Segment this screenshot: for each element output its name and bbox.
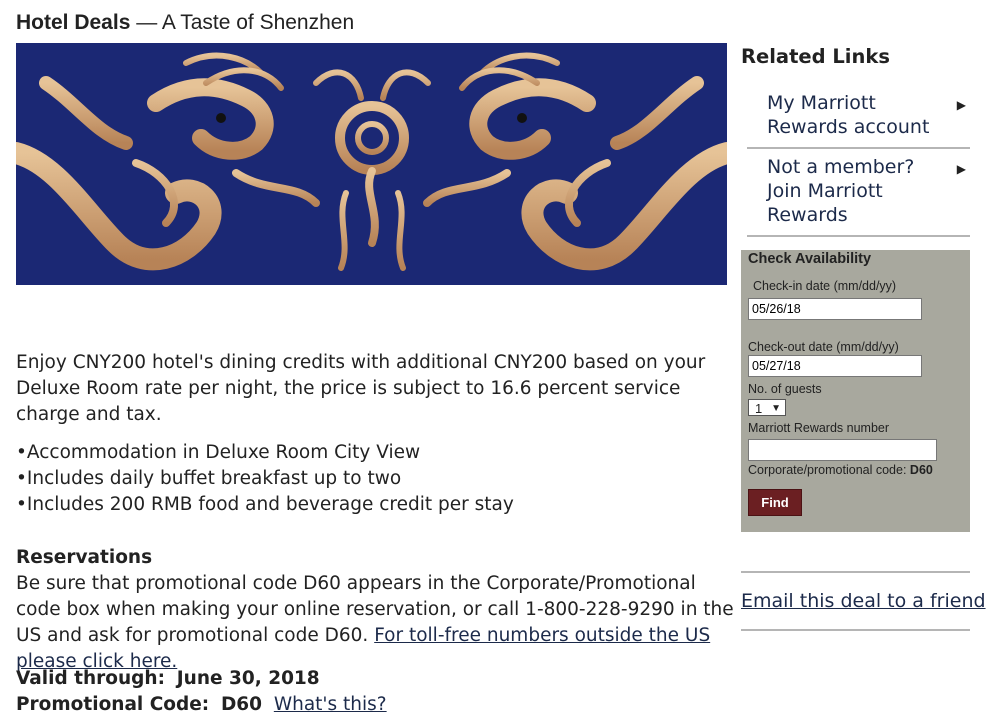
checkin-date-input[interactable] xyxy=(748,298,922,320)
promotional-code: Promotional Code: D60 What's this? xyxy=(16,694,387,715)
list-item: •Accommodation in Deluxe Room City View xyxy=(16,442,421,463)
rewards-number-input[interactable] xyxy=(748,439,937,461)
reservations-text: Be sure that promotional code D60 appear… xyxy=(16,573,734,672)
whats-this-link[interactable]: What's this? xyxy=(274,694,387,715)
chevron-down-icon: ▼ xyxy=(771,403,781,414)
email-deal-link[interactable]: Email this deal to a friend xyxy=(741,590,986,612)
page-title-bold: Hotel Deals xyxy=(16,11,131,34)
list-item: •Includes 200 RMB food and beverage cred… xyxy=(16,494,514,515)
related-link-join-rewards[interactable]: Not a member? Join Marriott Rewards ▶ xyxy=(747,149,970,237)
offer-description: Enjoy CNY200 hotel's dining credits with… xyxy=(16,352,706,425)
email-deal-section: Email this deal to a friend xyxy=(741,571,986,631)
dragon-banner-image xyxy=(16,43,727,285)
related-link-rewards-account[interactable]: My Marriott Rewards account ▶ xyxy=(747,85,970,149)
reservations-heading: Reservations xyxy=(16,547,153,568)
guests-select[interactable]: 1 ▼ xyxy=(748,399,786,416)
page-title-subtitle: — A Taste of Shenzhen xyxy=(130,11,355,34)
rewards-number-label: Marriott Rewards number xyxy=(748,421,890,435)
check-availability-panel: Check Availability Check-in date (mm/dd/… xyxy=(741,250,970,532)
valid-through: Valid through: June 30, 2018 xyxy=(16,668,320,689)
reservations-section: Reservations Be sure that promotional co… xyxy=(16,545,736,675)
related-links-list: My Marriott Rewards account ▶ Not a memb… xyxy=(741,85,970,237)
guests-label: No. of guests xyxy=(748,382,822,396)
validity-section: Valid through: June 30, 2018 Promotional… xyxy=(16,666,736,718)
arrow-right-icon: ▶ xyxy=(956,162,966,176)
checkout-label: Check-out date (mm/dd/yy) xyxy=(748,340,899,354)
checkin-label: Check-in date (mm/dd/yy) xyxy=(753,279,897,293)
corporate-code-label: Corporate/promotional code: D60 xyxy=(748,463,933,477)
list-item: •Includes daily buffet breakfast up to t… xyxy=(16,468,402,489)
page-title: Hotel Deals — A Taste of Shenzhen xyxy=(16,11,354,35)
offer-bullet-list: •Accommodation in Deluxe Room City View … xyxy=(16,440,736,518)
arrow-right-icon: ▶ xyxy=(956,98,966,112)
related-links-title: Related Links xyxy=(741,45,890,68)
find-button[interactable]: Find xyxy=(748,489,802,516)
corporate-code-value: D60 xyxy=(909,463,933,477)
checkout-date-input[interactable] xyxy=(748,355,922,377)
check-availability-title: Check Availability xyxy=(748,251,872,267)
